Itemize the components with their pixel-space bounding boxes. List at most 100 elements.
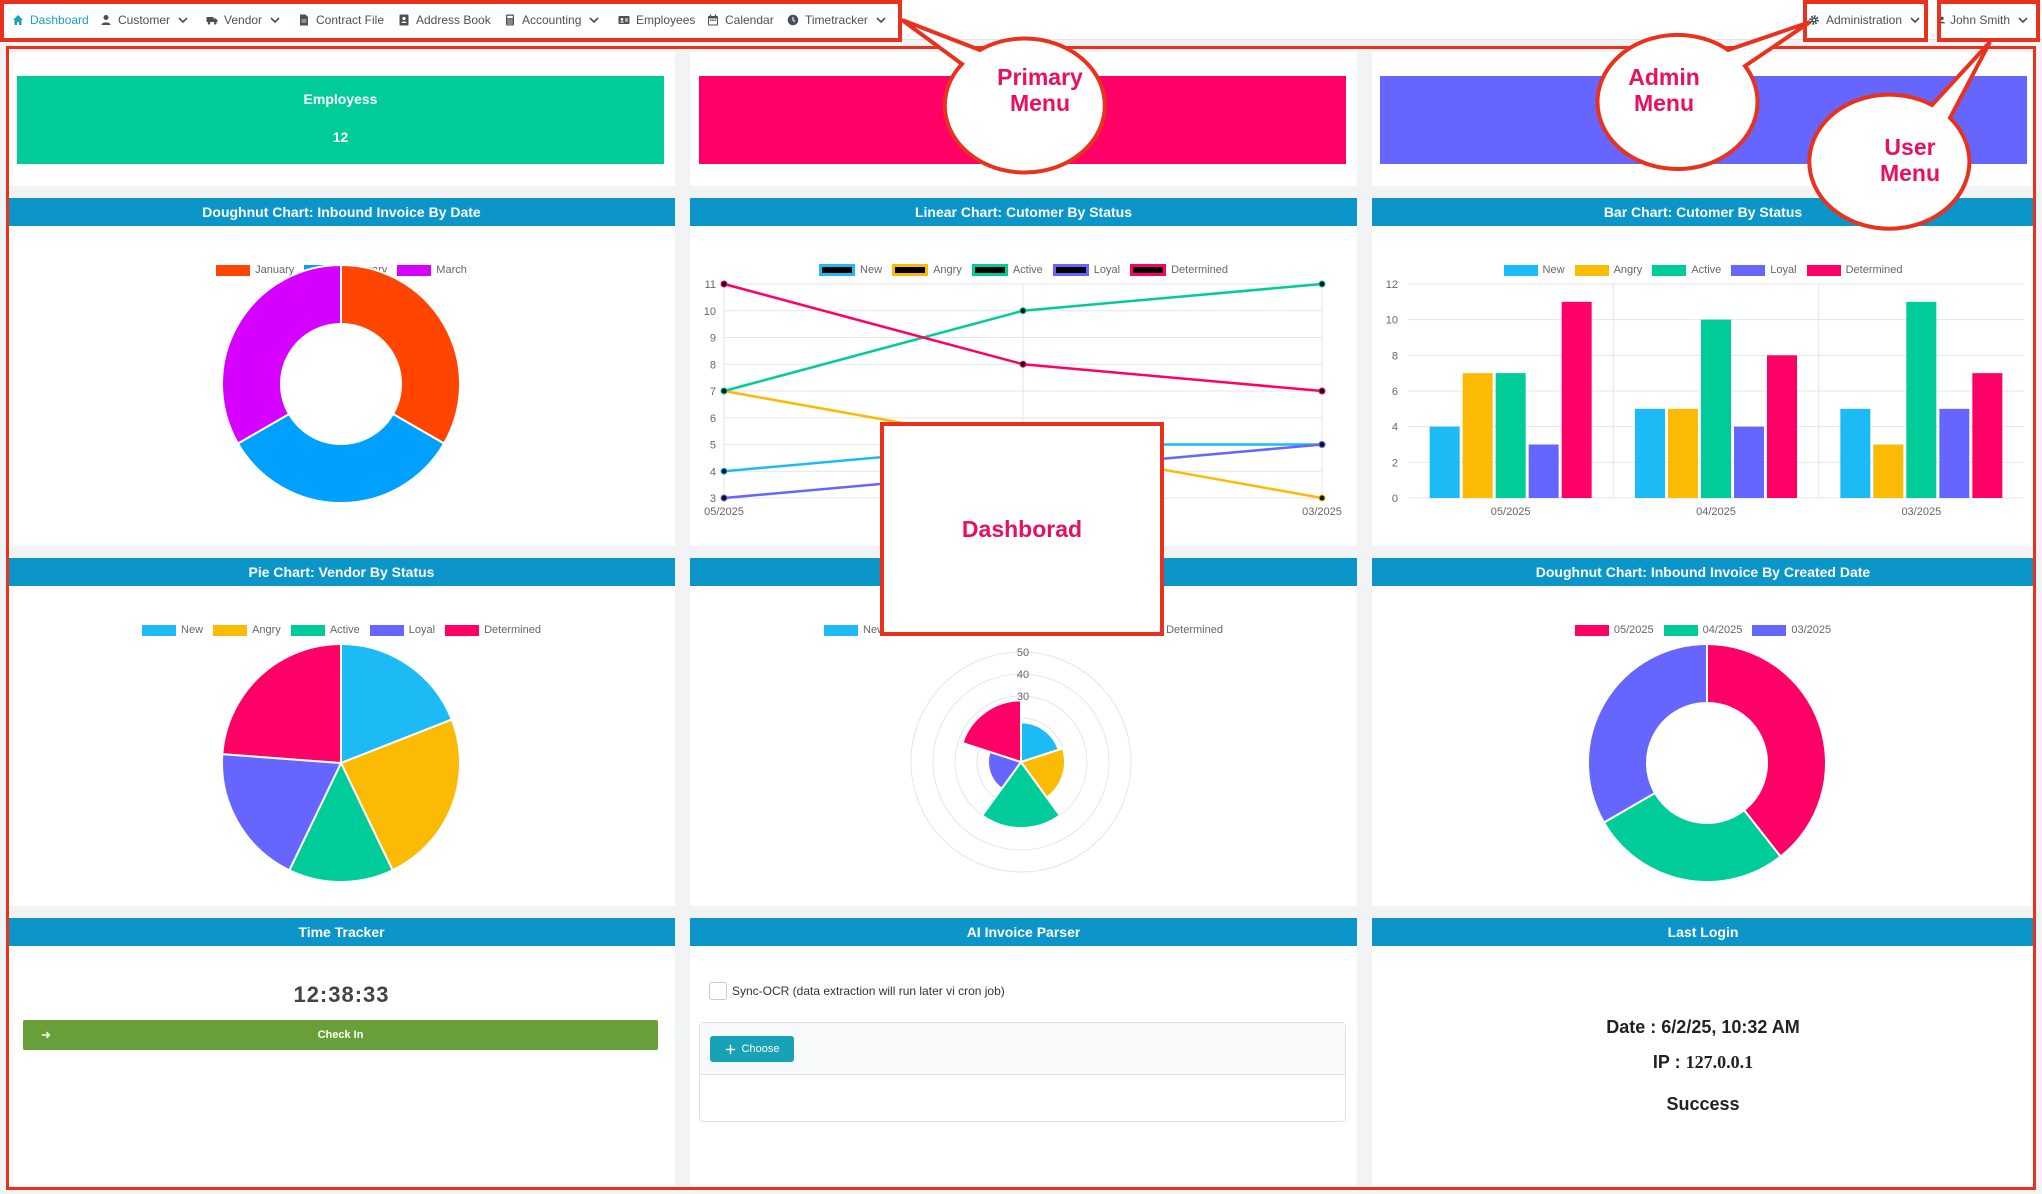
data-point bbox=[720, 494, 728, 502]
bar-angry bbox=[1462, 373, 1493, 498]
login-date: Date : 6/2/25, 10:32 AM bbox=[1372, 1017, 2034, 1038]
x-tick-label: 05/2025 bbox=[1491, 506, 1531, 518]
x-tick-label: 04/2025 bbox=[1696, 506, 1736, 518]
nav-calendar-label: Calendar bbox=[725, 13, 774, 27]
y-tick-label: 11 bbox=[705, 279, 716, 291]
login-ip-label: IP : bbox=[1652, 1052, 1681, 1072]
nav-timetracker[interactable]: Timetracker bbox=[787, 0, 888, 40]
data-point bbox=[720, 387, 728, 395]
login-ip-value: 127.0.0.1 bbox=[1685, 1052, 1754, 1072]
file-upload: Choose bbox=[699, 1022, 1346, 1122]
bar-active bbox=[1906, 301, 1937, 498]
polar-tick-label: 30 bbox=[1017, 691, 1029, 703]
y-tick-label: 10 bbox=[1386, 315, 1398, 327]
login-date-label: Date : bbox=[1606, 1017, 1657, 1037]
nav-user-menu[interactable]: John Smith bbox=[1938, 0, 2030, 40]
pie-chart-card: Pie Chart: Vendor By Status New Angry Ac… bbox=[8, 558, 675, 906]
file-icon bbox=[300, 14, 308, 26]
data-point bbox=[1019, 360, 1027, 368]
gear-icon bbox=[1809, 15, 1819, 25]
admin-menu-callout-text: Admin Menu bbox=[1628, 64, 1700, 116]
nav-dashboard-label: Dashboard bbox=[30, 13, 89, 27]
pie-chart-vendor-status bbox=[221, 642, 461, 883]
chevron-down-icon bbox=[876, 17, 886, 24]
data-point bbox=[1318, 441, 1326, 448]
polar-segment-determined bbox=[961, 699, 1022, 764]
polar-chart-card: New Angry Active Loyal Determined 50 40 30 bbox=[690, 558, 1357, 906]
choose-file-button[interactable]: Choose bbox=[710, 1036, 794, 1062]
nav-calendar[interactable]: Calendar bbox=[707, 0, 774, 40]
bar-angry bbox=[1873, 444, 1904, 498]
top-navbar: Dashboard Customer Vendor Contract File … bbox=[0, 0, 2042, 40]
sync-ocr-checkbox[interactable] bbox=[709, 982, 727, 1000]
clock-display: 12:38:33 bbox=[293, 982, 390, 1007]
check-in-label: Check In bbox=[317, 1029, 364, 1041]
login-date-value: 6/2/25, 10:32 AM bbox=[1661, 1017, 1800, 1037]
y-tick-label: 4 bbox=[710, 466, 716, 478]
plus-icon bbox=[725, 1044, 735, 1054]
card-title: Time Tracker bbox=[8, 918, 675, 946]
y-tick-label: 10 bbox=[704, 306, 716, 318]
clock-icon bbox=[787, 14, 799, 26]
bar-determined bbox=[1767, 355, 1797, 498]
card-title: Last Login bbox=[1372, 918, 2034, 946]
data-point bbox=[1318, 387, 1326, 395]
bar-new bbox=[1840, 408, 1871, 498]
kpi-tile-employees[interactable]: Employess 12 bbox=[17, 76, 664, 164]
nav-customer-label: Customer bbox=[118, 13, 171, 27]
chevron-down-icon bbox=[589, 17, 599, 24]
x-tick-label: 03/2025 bbox=[1302, 506, 1342, 518]
time-tracker-card: Time Tracker 12:38:33 Check In bbox=[8, 918, 675, 1186]
y-tick-label: 12 bbox=[1386, 279, 1398, 291]
bar-determined bbox=[1972, 373, 2003, 498]
calendar-icon bbox=[708, 14, 718, 26]
polar-tick-label: 50 bbox=[1017, 647, 1029, 659]
doughnut-chart-by-created-date bbox=[1587, 642, 1827, 883]
bar-active bbox=[1701, 319, 1731, 498]
y-tick-label: 6 bbox=[710, 413, 716, 425]
chevron-down-icon bbox=[2018, 17, 2028, 24]
truck-icon bbox=[206, 17, 218, 25]
data-point bbox=[720, 467, 728, 475]
linear-chart-card: Linear Chart: Cutomer By Status New Angr… bbox=[690, 198, 1357, 546]
y-tick-label: 5 bbox=[710, 440, 716, 452]
ai-invoice-parser-card: AI Invoice Parser Sync-OCR (data extract… bbox=[690, 918, 1357, 1186]
nav-accounting-label: Accounting bbox=[522, 13, 582, 27]
data-point bbox=[720, 280, 728, 288]
check-in-button[interactable]: Check In bbox=[23, 1020, 658, 1050]
nav-employees-label: Employees bbox=[636, 13, 696, 27]
bar-chart-customer-status: 0 2 4 6 8 10 12 05/2025 04/2025 03/2025 bbox=[1386, 279, 2024, 518]
doughnut-created-card: Doughnut Chart: Inbound Invoice By Creat… bbox=[1372, 558, 2034, 906]
calculator-icon bbox=[506, 14, 514, 26]
nav-timetracker-label: Timetracker bbox=[805, 13, 868, 27]
nav-vendor[interactable]: Vendor bbox=[206, 0, 282, 40]
nav-address-book-label: Address Book bbox=[416, 13, 491, 27]
nav-customer[interactable]: Customer bbox=[100, 0, 190, 40]
doughnut-chart-by-date bbox=[221, 263, 461, 504]
chevron-down-icon bbox=[270, 17, 280, 24]
bar-chart-card: Bar Chart: Cutomer By Status New Angry A… bbox=[1372, 198, 2034, 546]
user-menu-callout-text: User Menu bbox=[1879, 134, 1941, 186]
dashboard-label-text: Dashborad bbox=[961, 516, 1083, 542]
y-tick-label: 9 bbox=[710, 333, 716, 345]
nav-contract-file[interactable]: Contract File bbox=[298, 0, 384, 40]
nav-dashboard[interactable]: Dashboard bbox=[12, 0, 89, 40]
file-upload-toolbar: Choose bbox=[700, 1023, 1345, 1075]
pie-slice bbox=[221, 642, 342, 765]
home-icon bbox=[13, 15, 23, 25]
nav-administration[interactable]: Administration bbox=[1808, 0, 1922, 40]
chevron-down-icon bbox=[178, 17, 188, 24]
bar-loyal bbox=[1734, 426, 1764, 498]
nav-accounting[interactable]: Accounting bbox=[504, 0, 601, 40]
doughnut-date-card: Doughnut Chart: Inbound Invoice By Date … bbox=[8, 198, 675, 546]
polar-area-chart: 50 40 30 bbox=[910, 647, 1132, 873]
nav-contract-file-label: Contract File bbox=[316, 13, 385, 27]
nav-employees[interactable]: Employees bbox=[618, 0, 695, 40]
chevron-down-icon bbox=[1910, 17, 1920, 24]
bar-new bbox=[1635, 408, 1665, 498]
id-card-icon bbox=[618, 16, 630, 24]
data-point bbox=[1019, 307, 1027, 315]
y-tick-label: 4 bbox=[1392, 422, 1398, 434]
nav-vendor-label: Vendor bbox=[224, 13, 263, 27]
nav-address-book[interactable]: Address Book bbox=[398, 0, 491, 40]
